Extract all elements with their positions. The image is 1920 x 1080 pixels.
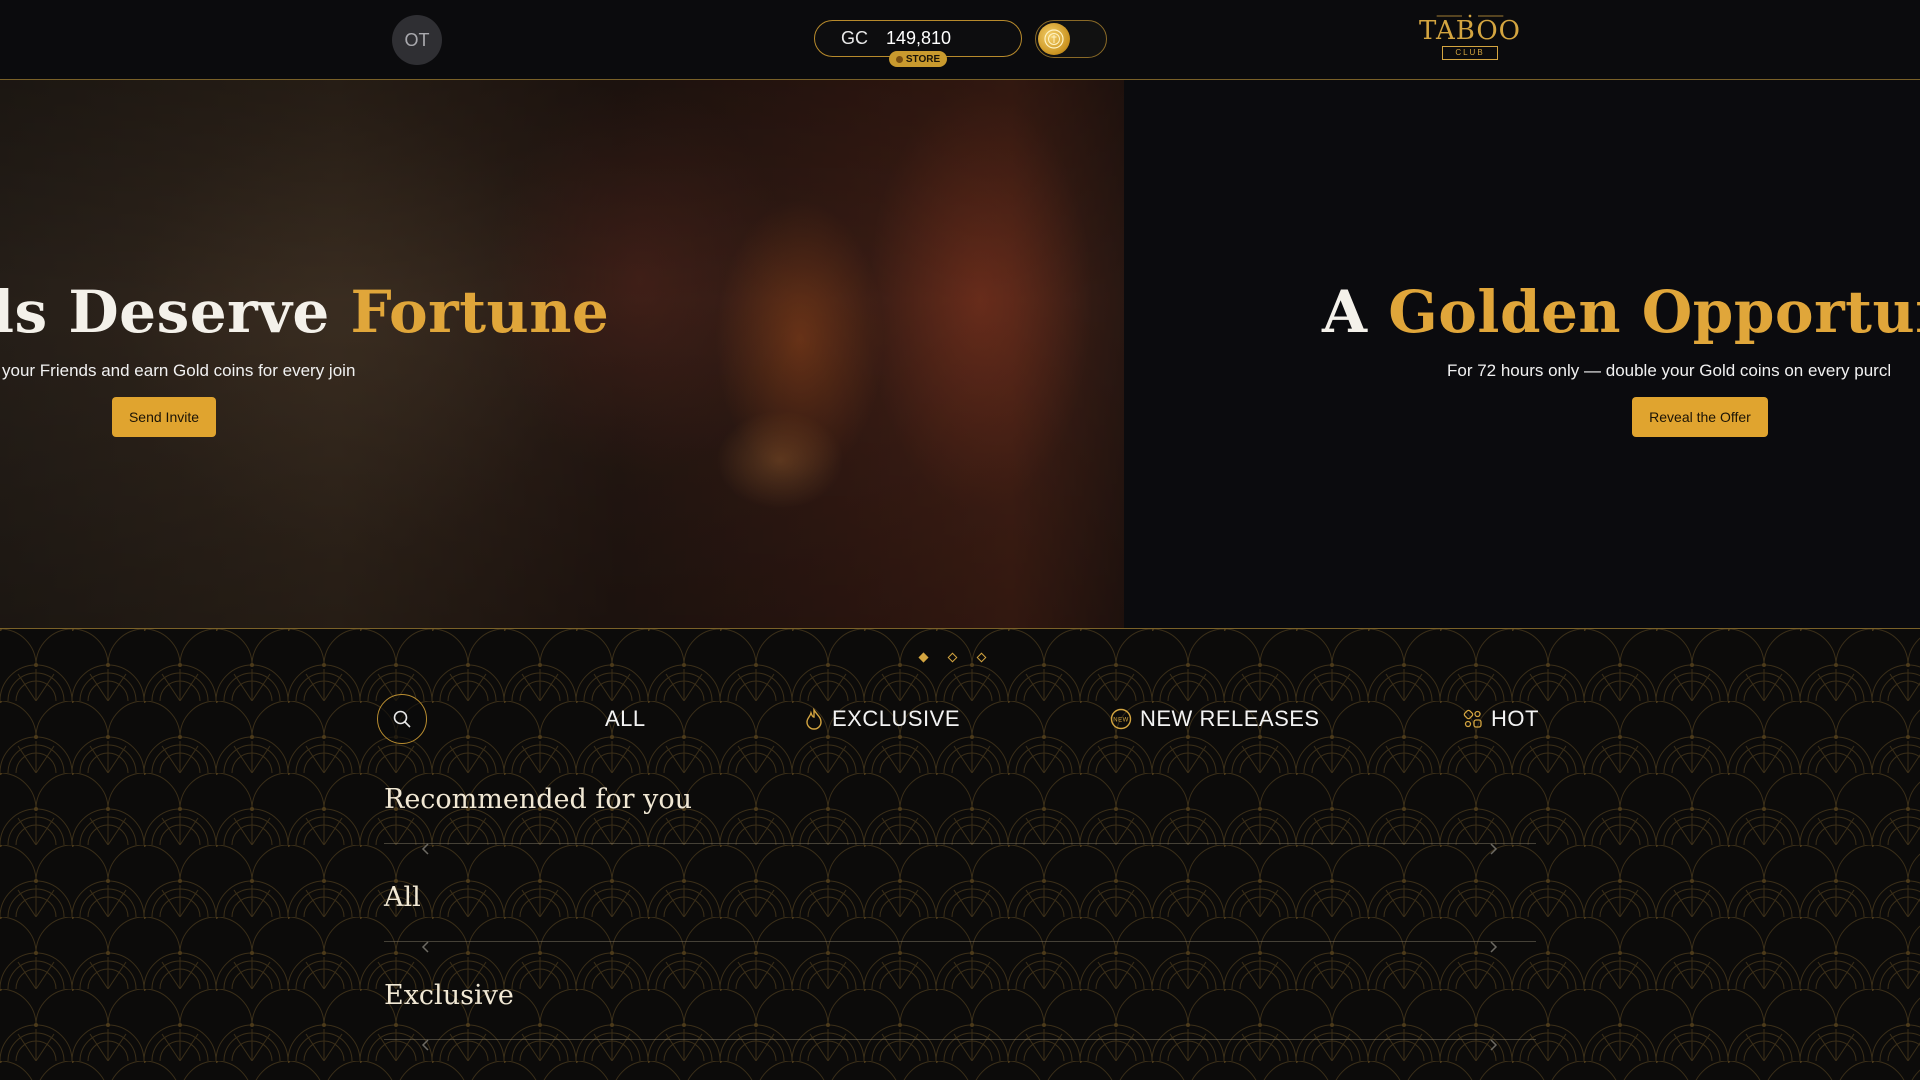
section-title-all: All (384, 882, 421, 913)
currency-toggle[interactable] (1035, 20, 1107, 58)
svg-text:NEW: NEW (1113, 718, 1129, 724)
hero-slide-offer (1124, 80, 1920, 628)
carousel-dot-1[interactable] (918, 652, 929, 663)
store-button[interactable]: STORE (889, 51, 947, 67)
flame-icon (806, 708, 822, 730)
logo-word: TABOO (1419, 16, 1521, 46)
tab-all-label: ALL (605, 706, 646, 731)
rail-all (384, 941, 1536, 942)
tab-hot[interactable]: HOT (1463, 704, 1539, 734)
section-title-exclusive: Exclusive (384, 980, 514, 1011)
chevron-right-icon[interactable] (1486, 842, 1500, 856)
reveal-offer-button[interactable]: Reveal the Offer (1632, 397, 1768, 437)
top-bar: OT GC 149,810 STORE TABOO CLUB (0, 0, 1920, 80)
store-label: STORE (905, 53, 941, 65)
carousel-dot-2[interactable] (947, 652, 958, 663)
search-icon (393, 710, 411, 728)
tab-exclusive-label: EXCLUSIVE (832, 706, 960, 731)
rail-recommended (384, 843, 1536, 844)
send-invite-button[interactable]: Send Invite (112, 397, 216, 437)
hero-title-invite-white: ls Deserve (0, 278, 351, 346)
new-badge-icon: NEW (1110, 708, 1132, 730)
taboo-logo[interactable]: TABOO CLUB (1418, 14, 1522, 60)
hero-title-offer-gold: Golden Opportunity (1388, 278, 1920, 346)
hero-title-offer-a: A (1322, 278, 1389, 346)
balance-amount: 149,810 (886, 28, 952, 48)
logo-sub: CLUB (1442, 46, 1498, 60)
art-deco-pattern (0, 629, 1920, 1080)
chevron-right-icon[interactable] (1486, 1038, 1500, 1052)
hero-title-offer: A Golden Opportunity A (1322, 278, 1920, 346)
currency-label: GC (841, 28, 868, 48)
search-button[interactable] (377, 694, 427, 744)
games-area (0, 629, 1920, 1080)
hero-subtitle-offer: For 72 hours only — double your Gold coi… (1447, 361, 1892, 380)
tab-exclusive[interactable]: EXCLUSIVE (804, 704, 960, 734)
chevron-left-icon[interactable] (419, 842, 433, 856)
chevron-left-icon[interactable] (419, 1038, 433, 1052)
avatar-initials: OT (404, 29, 430, 50)
carousel-dots (918, 652, 987, 663)
user-avatar[interactable]: OT (392, 15, 442, 65)
hero-subtitle-invite: your Friends and earn Gold coins for eve… (2, 361, 356, 380)
chevron-left-icon[interactable] (419, 940, 433, 954)
hero-title-invite-gold: Fortune (350, 278, 610, 346)
tab-all[interactable]: ALL (605, 704, 646, 734)
gold-coin-icon (1038, 23, 1070, 55)
coin-icon (895, 55, 903, 63)
hero-slide-invite (0, 80, 1124, 628)
hero-carousel[interactable]: ls Deserve Fortune your Friends and earn… (0, 80, 1920, 628)
hero-title-invite: ls Deserve Fortune (0, 278, 609, 346)
tab-new-releases-label: NEW RELEASES (1140, 706, 1320, 731)
chevron-right-icon[interactable] (1486, 940, 1500, 954)
carousel-dot-3[interactable] (976, 652, 987, 663)
tab-hot-label: HOT (1491, 706, 1539, 731)
section-title-recommended: Recommended for you (384, 784, 693, 815)
tab-new-releases[interactable]: NEW NEW RELEASES (1110, 704, 1320, 734)
rail-exclusive (384, 1039, 1536, 1040)
dice-icon (1463, 709, 1482, 728)
